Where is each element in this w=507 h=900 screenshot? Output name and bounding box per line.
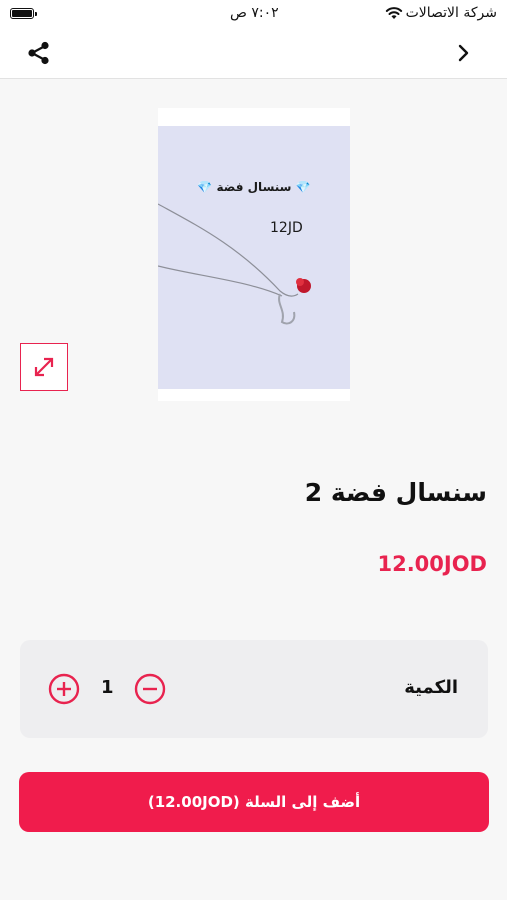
add-to-cart-button[interactable]: أضف إلى السلة (12.00JOD)	[19, 772, 489, 832]
nav-bar	[0, 28, 507, 79]
necklace-illustration	[158, 203, 311, 325]
battery-icon	[10, 8, 37, 19]
expand-icon	[34, 357, 54, 377]
image-caption: 💎 سنسال فضة 💎	[197, 180, 311, 194]
product-price: 12.00JOD	[377, 552, 487, 576]
product-title: سنسال فضة 2	[304, 478, 487, 507]
image-price-tag: 12JD	[270, 220, 303, 236]
quantity-value: 1	[101, 677, 114, 698]
quantity-card: 1 الكمية	[20, 640, 488, 738]
wifi-icon	[385, 7, 403, 19]
carrier-name: شركة الاتصالات	[405, 5, 497, 21]
status-bar: ٧:٠٢ ص شركة الاتصالات	[0, 0, 507, 28]
status-time: ٧:٠٢ ص	[230, 5, 279, 21]
expand-image-button[interactable]	[20, 343, 68, 391]
quantity-label: الكمية	[404, 677, 458, 698]
product-image[interactable]: 💎 سنسال فضة 💎 12JD	[158, 108, 350, 401]
chevron-right-icon[interactable]	[457, 42, 471, 64]
minus-icon[interactable]	[134, 673, 166, 705]
plus-icon[interactable]	[48, 673, 80, 705]
share-icon[interactable]	[26, 40, 52, 66]
